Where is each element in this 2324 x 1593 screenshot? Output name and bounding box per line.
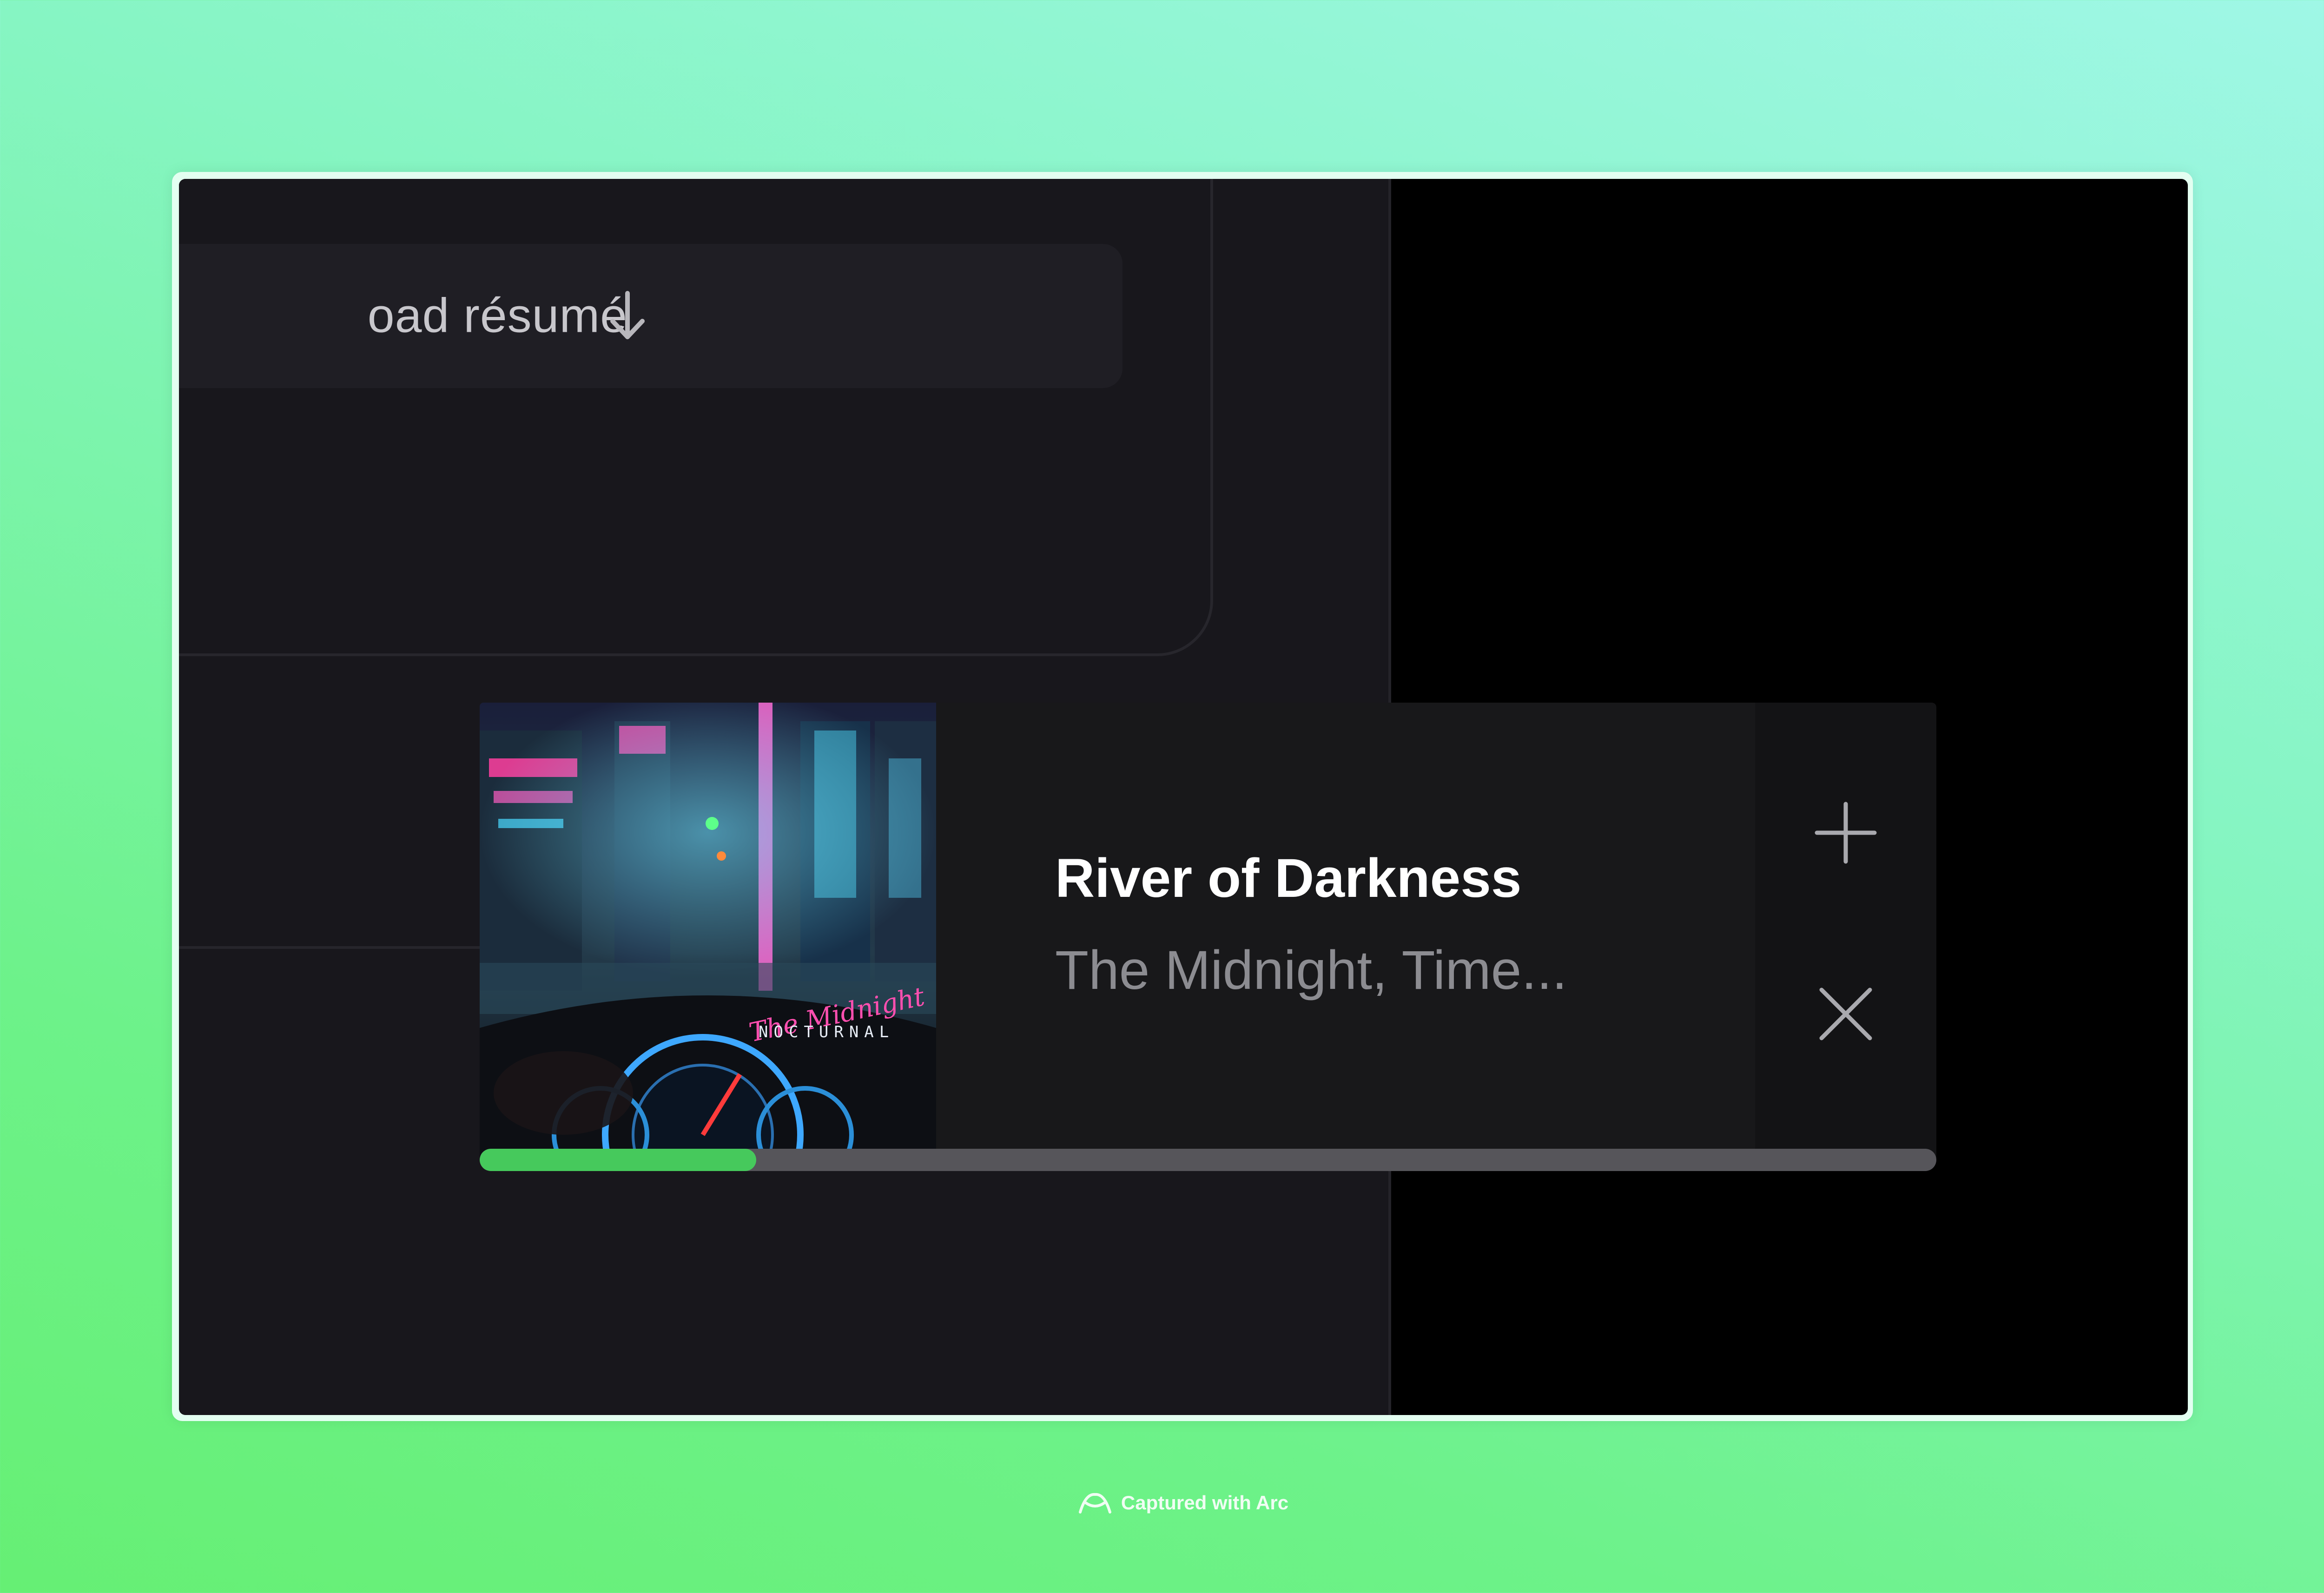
capture-watermark: Captured with Arc [0, 1489, 2324, 1517]
album-art-illustration: The Midnight NOCTURNAL [480, 703, 936, 1158]
download-resume-label: oad résumé [367, 289, 627, 343]
close-button[interactable] [1809, 977, 1883, 1051]
close-icon [1819, 987, 1872, 1040]
arrow-down-icon [610, 291, 645, 339]
player-actions [1755, 703, 1936, 1158]
watermark-text: Captured with Arc [1121, 1492, 1289, 1514]
album-art-title: NOCTURNAL [759, 1023, 894, 1041]
progress-bar[interactable] [480, 1149, 1936, 1171]
track-info[interactable]: River of Darkness The Midnight, Time... [936, 703, 1755, 1158]
track-title: River of Darkness [1055, 848, 1522, 909]
album-art[interactable]: The Midnight NOCTURNAL [480, 703, 936, 1158]
track-artist: The Midnight, Time... [1055, 940, 1567, 1001]
mini-player: The Midnight NOCTURNAL River of Darkness… [480, 703, 1936, 1171]
arc-logo-icon [1078, 1493, 1111, 1514]
add-button[interactable] [1809, 796, 1883, 870]
download-resume-button[interactable]: oad résumé [179, 244, 1122, 388]
progress-fill [480, 1149, 757, 1171]
plus-icon [1815, 802, 1877, 864]
